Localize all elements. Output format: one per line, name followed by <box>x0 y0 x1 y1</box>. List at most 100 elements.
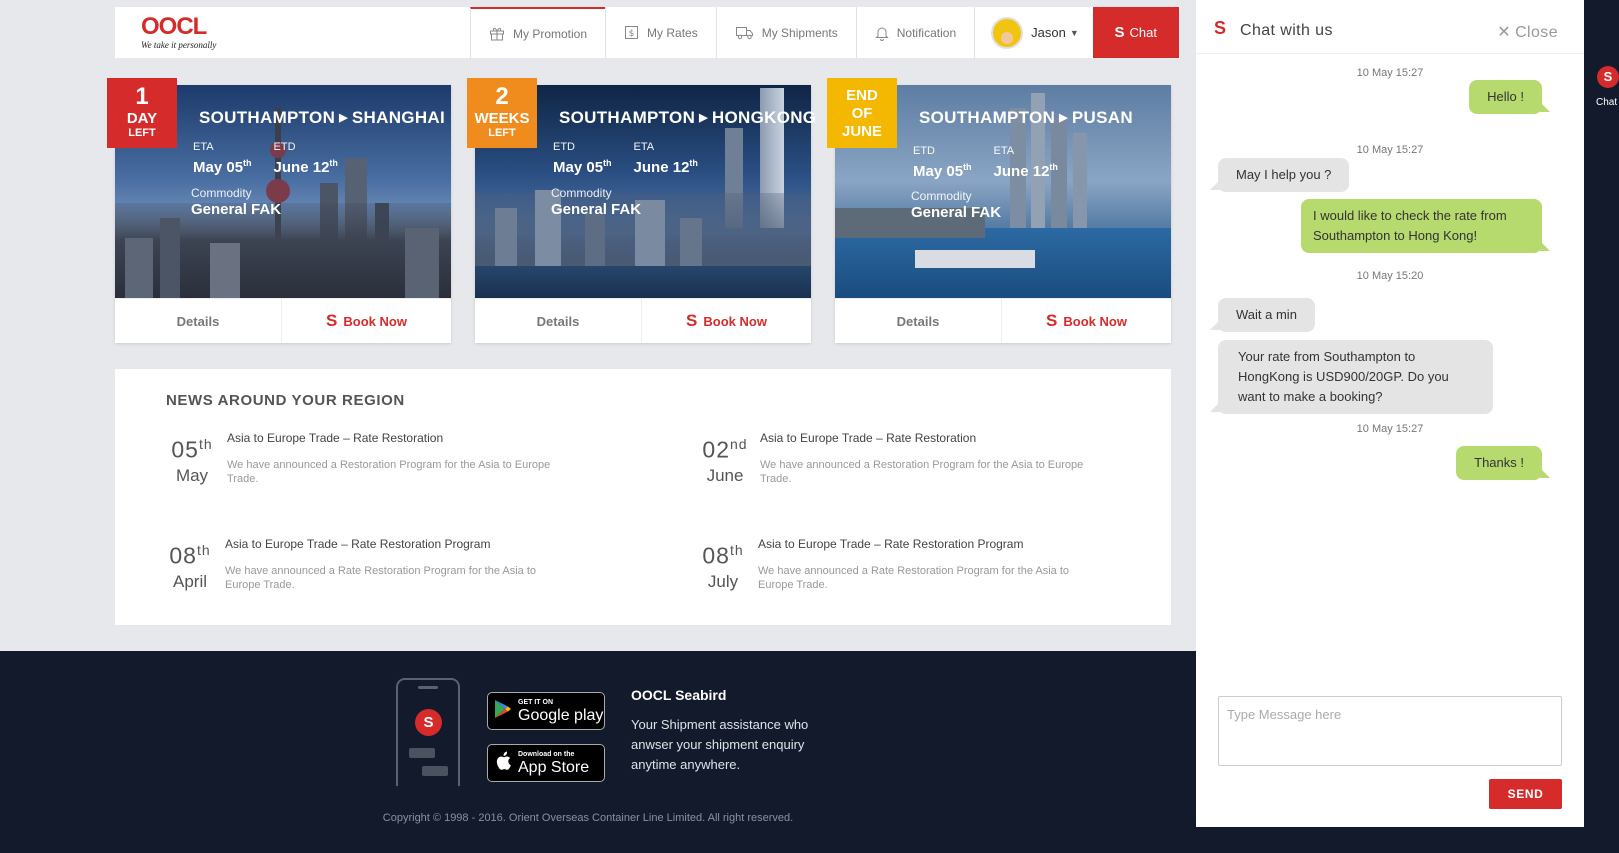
promotion-card-pusan: END OF JUNE SOUTHAMPTON ▶ PUSAN ETD May 05t… <box>827 78 1171 343</box>
top-navigation-bar: OOCL We take it personally My Promotion … <box>115 7 1179 58</box>
message-outgoing: Hello ! <box>1469 80 1550 114</box>
news-day: 08 <box>169 542 197 569</box>
news-date: 05th May <box>164 431 220 486</box>
message-timestamp: 10 May 15:20 <box>1356 270 1424 282</box>
news-summary: We have announced a Rate Restoration Pro… <box>758 565 1070 591</box>
commodity-label: Commodity <box>911 189 972 203</box>
seabird-icon: S <box>326 311 338 330</box>
svg-text:$: $ <box>629 29 635 39</box>
badge-unit: DAY <box>126 110 158 127</box>
details-button[interactable]: Details <box>115 299 282 343</box>
date-label: ETA <box>633 141 655 153</box>
side-chat-tab[interactable]: S Chat <box>1584 0 1619 853</box>
side-chat-label: Chat <box>1596 97 1618 108</box>
chat-button[interactable]: S Chat <box>1092 7 1179 58</box>
seabird-icon: S <box>1597 66 1619 88</box>
app-description: Your Shipment assistance who anwser your… <box>631 717 809 772</box>
date-value: May 05th <box>553 158 612 176</box>
origin-port: SOUTHAMPTON <box>199 108 336 127</box>
date-value: May 05th <box>913 162 972 180</box>
details-button[interactable]: Details <box>835 299 1002 343</box>
card-actions: Details S Book Now <box>835 298 1171 343</box>
details-button[interactable]: Details <box>475 299 642 343</box>
promotion-card-hongkong: 2 WEEKS LEFT SOUTHAMPTON ▶ HONGKONG ETD May… <box>467 78 816 343</box>
main-page: OOCL We take it personally My Promotion … <box>0 0 1196 853</box>
message-input[interactable] <box>1218 696 1562 766</box>
nav-my-promotion[interactable]: My Promotion <box>470 7 606 58</box>
news-section: NEWS AROUND YOUR REGION 05th May Asia to… <box>115 369 1171 625</box>
deadline-badge: 1 DAY LEFT <box>107 78 177 148</box>
route-title: SOUTHAMPTON ▶ PUSAN <box>919 108 1133 128</box>
seabird-icon: S <box>1046 311 1058 330</box>
news-headline[interactable]: Asia to Europe Trade – Rate Restoration <box>227 431 557 445</box>
chat-button-label: Chat <box>1129 25 1157 40</box>
nav-my-rates[interactable]: $ My Rates <box>605 7 716 58</box>
avatar <box>991 16 1024 49</box>
date-label: ETA <box>193 141 214 153</box>
message-outgoing: Thanks ! <box>1456 446 1550 480</box>
app-store-button[interactable]: Download on the App Store <box>487 744 605 782</box>
send-button[interactable]: SEND <box>1489 779 1562 809</box>
footer: S GET IT ON Google play Download on the Ap… <box>0 651 1196 853</box>
user-menu[interactable]: Jason ▼ <box>974 7 1093 58</box>
nav-my-shipments[interactable]: My Shipments <box>715 7 856 58</box>
close-button[interactable]: ✕ Close <box>1497 22 1562 42</box>
book-now-button[interactable]: S Book Now <box>282 299 451 343</box>
news-headline[interactable]: Asia to Europe Trade – Rate Restoration <box>760 431 1090 445</box>
origin-port: SOUTHAMPTON <box>919 108 1056 127</box>
book-now-button[interactable]: S Book Now <box>642 299 811 343</box>
commodity-label: Commodity <box>551 186 612 200</box>
schedule-dates: ETA May 05th ETD June 12th <box>193 141 360 177</box>
nav-label: My Promotion <box>513 26 588 41</box>
phone-speaker <box>418 686 438 689</box>
badge-suffix: LEFT <box>488 127 516 139</box>
arrow-right-icon: ▶ <box>699 112 708 124</box>
date-value: May 05th <box>193 158 252 176</box>
message-timestamp: 10 May 15:27 <box>1356 144 1424 156</box>
message-incoming: Wait a min <box>1210 298 1315 332</box>
commodity-value: General FAK <box>191 201 282 218</box>
nav-notification[interactable]: Notification <box>855 7 974 58</box>
schedule-dates: ETD May 05th ETA June 12th <box>913 145 1080 181</box>
truck-icon <box>735 25 754 40</box>
news-summary: We have announced a Restoration Program … <box>227 459 551 485</box>
commodity: Commodity General FAK <box>191 186 281 218</box>
badge-number: 1 <box>135 83 149 110</box>
news-month: June <box>706 465 744 485</box>
chevron-down-icon: ▼ <box>1069 27 1079 38</box>
message-timestamp: 10 May 15:27 <box>1356 423 1424 435</box>
news-headline[interactable]: Asia to Europe Trade – Rate Restoration … <box>758 537 1088 551</box>
google-play-button[interactable]: GET IT ON Google play <box>487 692 605 730</box>
rates-icon: $ <box>624 25 639 40</box>
badge-unit: WEEKS <box>474 110 530 127</box>
news-date: 08th July <box>695 537 751 592</box>
news-day-suffix: th <box>729 542 744 558</box>
badge-suffix: LEFT <box>128 127 156 139</box>
commodity-value: General FAK <box>911 204 1002 221</box>
date-label: ETD <box>553 141 575 153</box>
seabird-icon: S <box>686 311 698 330</box>
store-caption: Download on the <box>518 750 575 758</box>
message-incoming: May I help you ? <box>1209 158 1350 192</box>
date-label: ETD <box>913 145 935 157</box>
book-now-button[interactable]: S Book Now <box>1002 299 1171 343</box>
card-actions: Details S Book Now <box>475 298 811 343</box>
nav-label: My Rates <box>647 25 698 40</box>
destination-port: PUSAN <box>1071 108 1133 127</box>
badge-number: 2 <box>495 83 509 110</box>
seabird-icon: S <box>1114 24 1125 41</box>
news-headline[interactable]: Asia to Europe Trade – Rate Restoration … <box>225 537 555 551</box>
badge-line: END <box>846 87 878 104</box>
book-now-label: Book Now <box>343 313 407 329</box>
oocl-logo[interactable]: OOCL We take it personally <box>141 15 241 51</box>
date-value: June 12th <box>273 158 338 176</box>
route-title: SOUTHAMPTON ▶ SHANGHAI <box>199 108 445 128</box>
nav-label: My Shipments <box>761 25 838 40</box>
date-value: June 12th <box>993 162 1058 180</box>
book-now-label: Book Now <box>703 313 767 329</box>
news-body: Asia to Europe Trade – Rate Restoration … <box>225 537 555 592</box>
store-name: Google play <box>518 706 604 724</box>
gift-icon <box>489 26 505 41</box>
news-date: 02nd June <box>697 431 753 486</box>
logo-tagline: We take it personally <box>141 40 217 50</box>
